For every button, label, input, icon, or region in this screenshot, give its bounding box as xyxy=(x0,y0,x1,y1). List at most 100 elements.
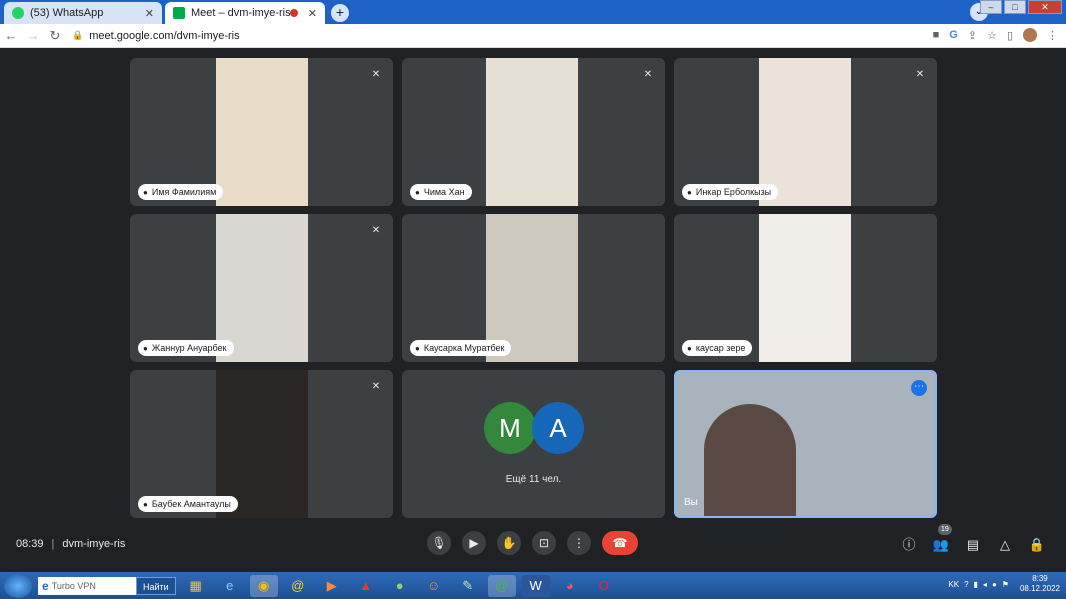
mail-icon[interactable]: @ xyxy=(284,575,312,597)
address-bar: ← → ↻ 🔒 meet.google.com/dvm-imye-ris ■ G… xyxy=(0,24,1066,48)
tab-meet[interactable]: Meet – dvm-imye-ris ✕ xyxy=(165,2,325,24)
avatar: M xyxy=(484,402,536,454)
taskbar-search-field[interactable]: e Turbo VPN xyxy=(38,576,136,595)
activities-icon[interactable]: △ xyxy=(996,536,1014,554)
close-icon[interactable]: ✕ xyxy=(308,7,317,20)
mic-off-icon: ✕ xyxy=(371,381,381,392)
person-icon: ● xyxy=(415,187,420,197)
word-icon[interactable]: W xyxy=(521,574,550,597)
network-icon[interactable]: ▮ xyxy=(974,580,978,589)
avatar: A xyxy=(532,402,584,454)
self-name-label: Вы xyxy=(684,497,698,508)
participant-video xyxy=(216,58,308,206)
more-options-icon[interactable]: ⋯ xyxy=(911,380,927,396)
participant-tile[interactable]: ✕ ● Жаннур Ануарбек xyxy=(130,214,393,362)
odnoklassniki-icon[interactable]: ☺ xyxy=(420,575,448,597)
volume-icon[interactable]: ◂ xyxy=(983,580,987,589)
menu-dots-icon[interactable]: ⋮ xyxy=(1047,29,1058,42)
internet-explorer-app-icon[interactable]: e xyxy=(216,575,244,597)
lock-icon: 🔒 xyxy=(72,30,84,40)
close-icon[interactable]: ✕ xyxy=(145,7,154,20)
participant-tile[interactable]: ✕ ● Инкар Ерболкызы xyxy=(674,58,937,206)
tab-label: (53) WhatsApp xyxy=(30,7,104,19)
file-explorer-icon[interactable]: ▦ xyxy=(182,575,210,597)
reload-icon[interactable]: ↻ xyxy=(44,28,66,44)
recording-indicator-icon xyxy=(289,9,298,17)
camera-in-use-icon[interactable]: ■ xyxy=(933,29,940,41)
more-options-button[interactable]: ⋮ xyxy=(567,531,591,555)
back-arrow-icon[interactable]: ← xyxy=(0,28,22,43)
participant-video xyxy=(759,214,851,362)
microphone-button[interactable]: 🎙 xyxy=(427,531,451,555)
more-participants-label: Ещё 11 чел. xyxy=(505,474,562,485)
present-screen-button[interactable]: ⊡ xyxy=(532,531,556,555)
new-tab-button[interactable]: + xyxy=(331,4,349,22)
antivirus-icon[interactable]: ● xyxy=(992,580,997,589)
url-field[interactable]: 🔒 meet.google.com/dvm-imye-ris xyxy=(72,30,240,42)
profile-avatar[interactable] xyxy=(1023,28,1037,42)
minimize-button[interactable]: – xyxy=(980,0,1002,14)
media-player-icon[interactable]: ▶ xyxy=(318,575,346,597)
participant-tile[interactable]: ✕ ● Имя Фамилиям xyxy=(130,58,393,206)
call-controls: 🎙 ▶ ✋ ⊡ ⋮ ☎ xyxy=(427,531,638,555)
participant-name-label: ● Каусарка Муратбек xyxy=(410,340,512,356)
host-controls-lock-icon[interactable]: 🔒 xyxy=(1028,536,1046,554)
mic-off-icon: ✕ xyxy=(371,225,381,236)
person-icon: ● xyxy=(143,499,148,509)
raise-hand-button[interactable]: ✋ xyxy=(497,531,521,555)
window-controls: – □ ✕ xyxy=(980,0,1062,14)
meeting-details: 08:39 | dvm-imye-ris xyxy=(16,538,125,550)
maximize-button[interactable]: □ xyxy=(1004,0,1026,14)
participant-tile[interactable]: ● Каусарка Муратбек xyxy=(402,214,665,362)
participant-tile[interactable]: ✕ ● Чима Хан xyxy=(402,58,665,206)
person-icon: ● xyxy=(143,187,148,197)
browser-tab-bar: (53) WhatsApp ✕ Meet – dvm-imye-ris ✕ + … xyxy=(0,0,1066,24)
forward-arrow-icon[interactable]: → xyxy=(22,28,44,43)
tab-whatsapp[interactable]: (53) WhatsApp ✕ xyxy=(4,2,162,24)
self-video xyxy=(704,404,796,516)
close-window-button[interactable]: ✕ xyxy=(1028,0,1062,14)
camera-button[interactable]: ▶ xyxy=(462,531,486,555)
email-client-icon[interactable]: @ xyxy=(487,574,516,597)
paint-icon[interactable]: ✎ xyxy=(454,575,482,597)
participant-video xyxy=(216,214,308,362)
media-app-icon[interactable]: ● xyxy=(386,575,414,597)
participant-count-badge: 19 xyxy=(938,524,952,535)
help-icon[interactable]: ? xyxy=(964,580,968,589)
pdf-reader-icon[interactable]: ▲ xyxy=(352,575,380,597)
participant-name-label: ● Баубек Амантаулы xyxy=(138,496,238,512)
people-icon[interactable]: 👥 19 xyxy=(932,524,952,554)
participant-tile[interactable]: ✕ ● Баубек Амантаулы xyxy=(130,370,393,518)
share-icon[interactable]: ⇪ xyxy=(968,29,977,42)
mic-off-icon: ✕ xyxy=(643,69,653,80)
person-icon: ● xyxy=(143,343,148,353)
participant-name-label: ● Инкар Ерболкызы xyxy=(682,184,779,200)
chat-icon[interactable]: ▤ xyxy=(964,536,982,554)
meeting-side-controls: ⓘ 👥 19 ▤ △ 🔒 xyxy=(900,524,1046,554)
start-button[interactable] xyxy=(4,573,32,598)
participant-tile[interactable]: ● каусар зере xyxy=(674,214,937,362)
chrome-icon[interactable]: ◉ xyxy=(249,574,278,597)
side-panel-icon[interactable]: ▯ xyxy=(1007,29,1013,42)
google-lens-icon[interactable]: G xyxy=(949,29,958,41)
taskbar-clock[interactable]: 8:39 08.12.2022 xyxy=(1020,574,1060,594)
person-icon: ● xyxy=(687,343,692,353)
bookmark-star-icon[interactable]: ☆ xyxy=(987,29,997,42)
meet-icon xyxy=(173,7,185,19)
address-bar-actions: ■ G ⇪ ☆ ▯ ⋮ xyxy=(933,28,1058,42)
end-call-button[interactable]: ☎ xyxy=(602,531,638,555)
person-icon: ● xyxy=(687,187,692,197)
flag-icon[interactable]: ⚑ xyxy=(1002,580,1009,589)
opera-icon[interactable]: O xyxy=(590,575,618,597)
find-button[interactable]: Найти xyxy=(136,576,176,595)
participant-video xyxy=(486,58,578,206)
more-participants-tile[interactable]: M A Ещё 11 чел. xyxy=(402,370,665,518)
participant-name-label: ● Имя Фамилиям xyxy=(138,184,224,200)
browser-app-icon[interactable]: ◕ xyxy=(556,575,584,597)
self-view-tile[interactable]: ⋯ Вы xyxy=(674,370,937,518)
language-indicator[interactable]: KK xyxy=(948,580,959,589)
meeting-code: dvm-imye-ris xyxy=(62,538,126,550)
person-icon: ● xyxy=(415,343,420,353)
whatsapp-icon xyxy=(12,7,24,19)
info-icon[interactable]: ⓘ xyxy=(900,536,918,554)
